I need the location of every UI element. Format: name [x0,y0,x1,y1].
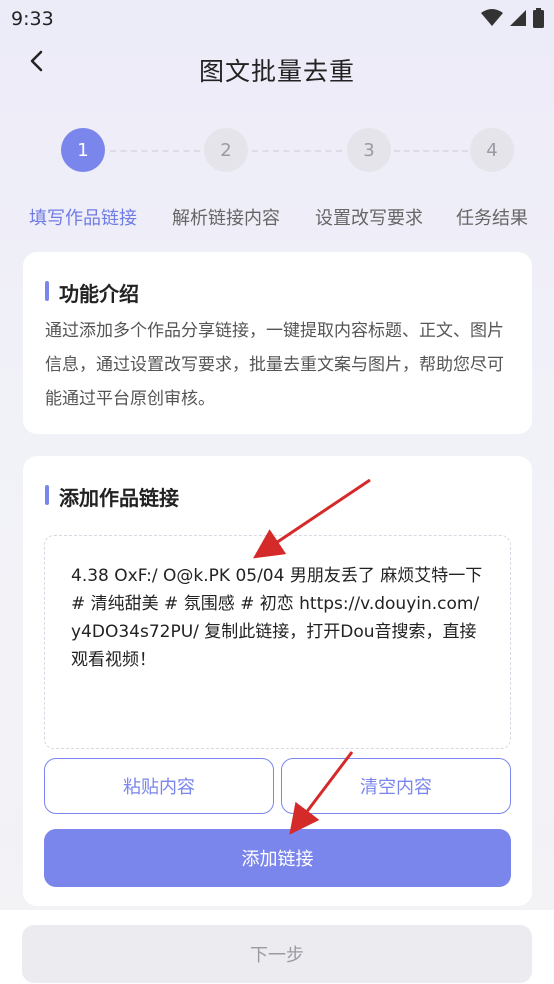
step-number: 2 [204,128,248,172]
battery-icon [533,8,544,28]
signal-icon [510,10,526,26]
intro-card-title: 功能介绍 [45,278,139,307]
step-3: 3 设置改写要求 [299,128,439,230]
header: 图文批量去重 [0,36,554,100]
step-number: 3 [347,128,391,172]
status-time: 9:33 [11,8,54,30]
add-link-card: 添加作品链接 4.38 OxF:/ O@k.PK 05/04 男朋友丢了 麻烦艾… [23,456,532,906]
step-1: 1 填写作品链接 [13,128,153,230]
step-number: 1 [61,128,105,172]
paste-button[interactable]: 粘贴内容 [44,758,274,814]
next-step-button[interactable]: 下一步 [22,925,532,983]
status-icons [481,8,544,28]
step-2: 2 解析链接内容 [156,128,296,230]
wifi-icon [481,9,503,26]
link-input-text: 4.38 OxF:/ O@k.PK 05/04 男朋友丢了 麻烦艾特一下# 清纯… [71,566,483,670]
step-label: 解析链接内容 [172,208,280,229]
add-link-card-title: 添加作品链接 [45,482,179,511]
step-label: 设置改写要求 [315,208,423,229]
status-bar: 9:33 [0,0,554,36]
page-title: 图文批量去重 [198,57,355,86]
bottom-bar: 下一步 [0,910,554,984]
step-label: 任务结果 [456,208,528,229]
intro-card: 功能介绍 通过添加多个作品分享链接，一键提取内容标题、正文、图片信息，通过设置改… [23,252,532,434]
step-4: 4 任务结果 [422,128,554,230]
intro-text: 通过添加多个作品分享链接，一键提取内容标题、正文、图片信息，通过设置改写要求，批… [45,321,504,409]
clear-button[interactable]: 清空内容 [281,758,511,814]
step-label: 填写作品链接 [29,208,137,229]
step-indicator: 1 填写作品链接 2 解析链接内容 3 设置改写要求 4 任务结果 [0,128,554,238]
add-link-button[interactable]: 添加链接 [44,829,511,887]
step-number: 4 [470,128,514,172]
link-input[interactable]: 4.38 OxF:/ O@k.PK 05/04 男朋友丢了 麻烦艾特一下# 清纯… [44,535,511,749]
